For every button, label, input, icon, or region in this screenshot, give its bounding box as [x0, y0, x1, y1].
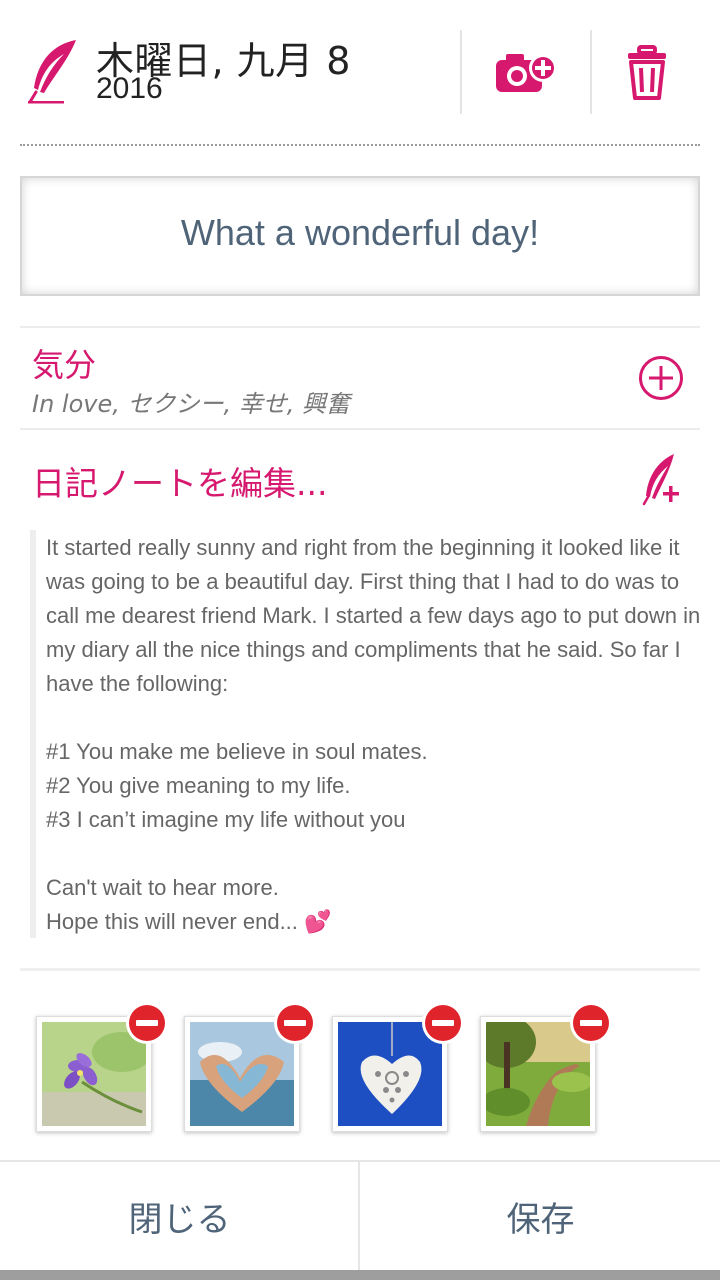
add-mood-icon[interactable]	[638, 355, 684, 401]
remove-photo-icon[interactable]	[272, 1000, 318, 1046]
mood-values[interactable]: In love, セクシー, 幸せ, 興奮	[32, 384, 350, 419]
header-divider	[590, 30, 592, 114]
header: 木曜日, 九月 8 2016	[0, 0, 720, 140]
entry-title[interactable]: What a wonderful day!	[22, 212, 698, 254]
quill-icon	[28, 40, 76, 104]
close-button[interactable]: 閉じる	[0, 1162, 359, 1270]
trash-icon	[628, 45, 666, 100]
system-bar	[0, 1270, 720, 1280]
note-quote-bar	[30, 530, 36, 938]
remove-photo-icon[interactable]	[124, 1000, 170, 1046]
divider	[20, 428, 700, 430]
photo-strip	[0, 1000, 720, 1140]
edit-notes-label[interactable]: 日記ノートを編集...	[32, 457, 327, 505]
dotted-divider	[20, 144, 700, 146]
add-photo-button[interactable]	[490, 46, 562, 100]
remove-photo-icon[interactable]	[568, 1000, 614, 1046]
divider	[20, 968, 700, 971]
header-divider	[460, 30, 462, 114]
add-photo-icon	[496, 54, 557, 92]
mood-label: 気分	[32, 346, 97, 384]
note-text[interactable]: It started really sunny and right from t…	[46, 531, 706, 939]
entry-year: 2016	[96, 72, 163, 105]
bottom-action-bar: 閉じる 保存	[0, 1160, 720, 1270]
entry-title-box[interactable]: What a wonderful day!	[20, 176, 700, 296]
edit-note-icon[interactable]	[640, 452, 684, 506]
save-button[interactable]: 保存	[361, 1162, 720, 1270]
delete-entry-button[interactable]	[620, 44, 674, 102]
bottom-divider	[358, 1162, 360, 1270]
remove-photo-icon[interactable]	[420, 1000, 466, 1046]
divider	[20, 326, 700, 328]
